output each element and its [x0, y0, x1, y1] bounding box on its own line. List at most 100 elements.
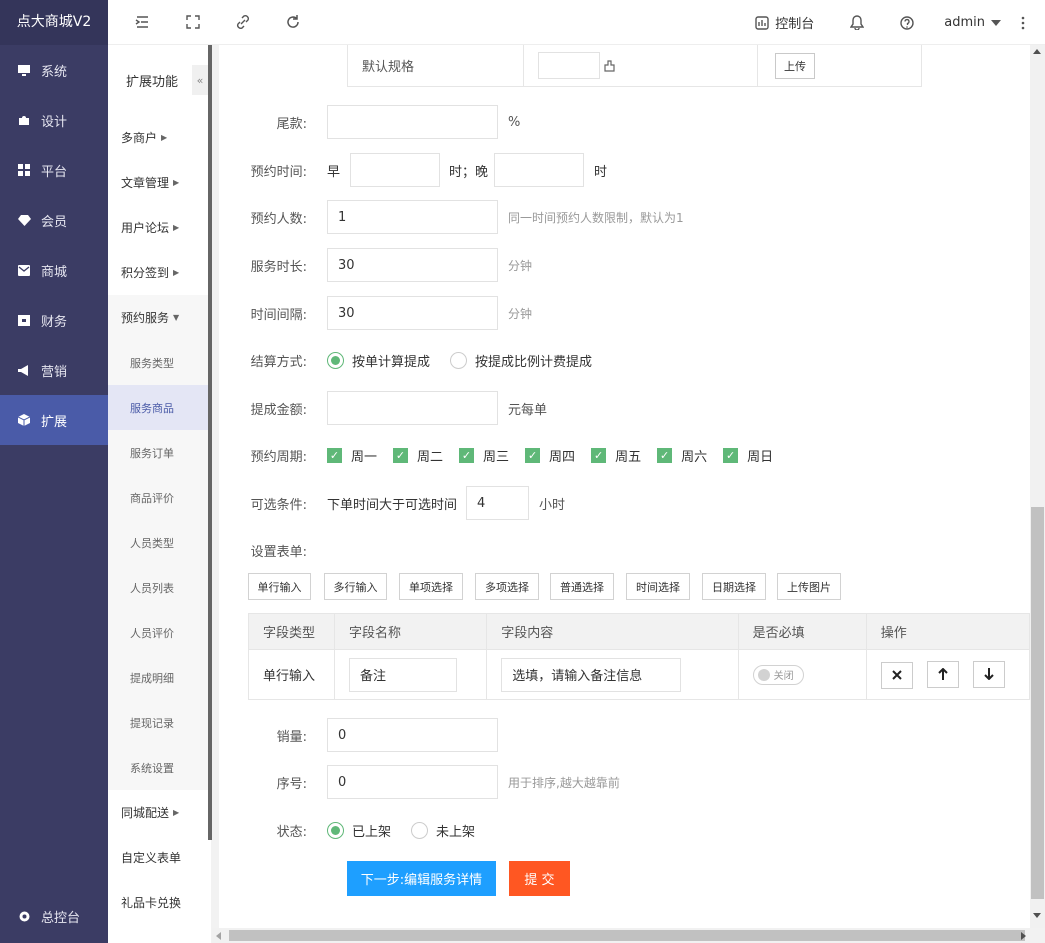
- console-link[interactable]: 控制台: [755, 13, 814, 32]
- nav-item-extend[interactable]: 扩展: [0, 395, 108, 445]
- day-checkbox-thu[interactable]: ✓ 周四: [525, 446, 575, 465]
- move-down-button[interactable]: [972, 660, 1005, 688]
- scroll-up-arrow-icon[interactable]: [1033, 49, 1041, 54]
- submit-button[interactable]: 提 交: [509, 861, 570, 896]
- day-checkbox-mon[interactable]: ✓ 周一: [327, 446, 377, 465]
- bell-icon[interactable]: [850, 15, 865, 30]
- sub-child-settings[interactable]: 系统设置: [108, 745, 211, 790]
- balance-input[interactable]: [327, 105, 498, 139]
- sub-item-booking[interactable]: 预约服务 ▼: [108, 295, 211, 340]
- upload-button[interactable]: 上传: [775, 52, 815, 79]
- day-checkbox-sun[interactable]: ✓ 周日: [723, 446, 773, 465]
- settle-radio-ratio[interactable]: 按提成比例计费提成: [450, 351, 592, 370]
- settle-radio-order[interactable]: 按单计算提成: [327, 351, 430, 370]
- sub-child-service-orders[interactable]: 服务订单: [108, 430, 211, 475]
- user-menu[interactable]: admin: [944, 15, 1001, 30]
- help-icon[interactable]: [900, 15, 914, 30]
- field-btn-multi-line[interactable]: 多行输入: [324, 573, 387, 600]
- status-radio-on[interactable]: 已上架: [327, 821, 391, 840]
- sub-child-commission[interactable]: 提成明细: [108, 655, 211, 700]
- sub-child-staff-type[interactable]: 人员类型: [108, 520, 211, 565]
- delete-row-button[interactable]: [880, 661, 913, 689]
- scroll-thumb[interactable]: [229, 930, 1025, 941]
- required-switch[interactable]: 关闭: [752, 664, 804, 685]
- nav-item-marketing[interactable]: 营销: [0, 345, 108, 395]
- field-actions-cell: [865, 649, 1030, 700]
- condition-input[interactable]: 4: [466, 486, 530, 520]
- horizontal-scrollbar[interactable]: [212, 928, 1030, 943]
- sales-input[interactable]: 0: [327, 718, 498, 752]
- next-step-button[interactable]: 下一步:编辑服务详情: [347, 861, 496, 896]
- nav-item-finance[interactable]: 财务: [0, 295, 108, 345]
- field-content-cell: 选填，请输入备注信息: [486, 649, 739, 700]
- form-panel: 默认规格 上传 尾款: % 预约时间: 早 时；晚 时 预约人数: 1 同一时间…: [219, 45, 1030, 928]
- nav-item-system[interactable]: 系统: [0, 45, 108, 95]
- sub-item-articles[interactable]: 文章管理 ▶: [108, 160, 211, 205]
- field-btn-select[interactable]: 普通选择: [550, 573, 614, 600]
- fullscreen-icon[interactable]: [185, 14, 201, 30]
- sub-item-label: 预约服务: [121, 311, 170, 325]
- gear-icon: [17, 909, 31, 923]
- nav-item-design[interactable]: 设计: [0, 95, 108, 145]
- commission-input[interactable]: [327, 391, 498, 425]
- more-icon[interactable]: [1021, 16, 1025, 30]
- sub-child-service-type[interactable]: 服务类型: [108, 340, 211, 385]
- day-checkbox-tue[interactable]: ✓ 周二: [393, 446, 443, 465]
- sub-item-delivery[interactable]: 同城配送 ▶: [108, 790, 211, 835]
- scroll-thumb[interactable]: [1031, 507, 1044, 899]
- people-row: 预约人数: 1 同一时间预约人数限制，默认为1: [219, 200, 684, 234]
- day-checkbox-wed[interactable]: ✓ 周三: [459, 446, 509, 465]
- people-input[interactable]: 1: [327, 200, 498, 234]
- field-type-cell: 单行输入: [247, 649, 336, 700]
- time-early-input[interactable]: [350, 153, 441, 187]
- scroll-right-arrow-icon[interactable]: [1021, 932, 1026, 940]
- sub-child-withdraw[interactable]: 提现记录: [108, 700, 211, 745]
- time-late-input[interactable]: [494, 153, 585, 187]
- sub-child-staff-list[interactable]: 人员列表: [108, 565, 211, 610]
- collapse-button[interactable]: «: [192, 65, 208, 95]
- refresh-icon[interactable]: [285, 14, 301, 30]
- scroll-down-arrow-icon[interactable]: [1033, 913, 1041, 918]
- scroll-left-arrow-icon[interactable]: [216, 932, 221, 940]
- sub-item-multi-merchant[interactable]: 多商户 ▶: [108, 115, 211, 160]
- order-input[interactable]: 0: [327, 765, 498, 799]
- nav-label: 系统: [41, 64, 68, 80]
- interval-input[interactable]: 30: [327, 296, 498, 330]
- nav-item-console[interactable]: 总控台: [0, 891, 108, 941]
- status-radio-off[interactable]: 未上架: [411, 821, 475, 840]
- field-btn-image[interactable]: 上传图片: [777, 573, 841, 600]
- field-content-input[interactable]: 选填，请输入备注信息: [501, 657, 682, 692]
- vertical-scrollbar[interactable]: [1030, 45, 1045, 928]
- link-icon[interactable]: [235, 14, 251, 30]
- sub-item-gift-card[interactable]: 礼品卡兑换: [108, 880, 211, 925]
- close-icon: [891, 670, 902, 680]
- nav-item-platform[interactable]: 平台: [0, 145, 108, 195]
- field-name-input[interactable]: 备注: [349, 657, 458, 692]
- sub-item-custom-form[interactable]: 自定义表单: [108, 835, 211, 880]
- grid-icon: [17, 163, 31, 177]
- sub-child-goods-review[interactable]: 商品评价: [108, 475, 211, 520]
- sub-child-staff-review[interactable]: 人员评价: [108, 610, 211, 655]
- duration-input[interactable]: 30: [327, 248, 498, 282]
- menu-fold-icon[interactable]: [134, 14, 150, 30]
- day-checkbox-sat[interactable]: ✓ 周六: [657, 446, 707, 465]
- sub-item-forum[interactable]: 用户论坛 ▶: [108, 205, 211, 250]
- move-up-button[interactable]: [926, 660, 959, 688]
- field-btn-time[interactable]: 时间选择: [626, 573, 690, 600]
- radio-label: 未上架: [436, 824, 476, 840]
- nav-item-mall[interactable]: 商城: [0, 245, 108, 295]
- sub-item-label: 积分签到: [121, 266, 170, 280]
- sub-child-service-goods[interactable]: 服务商品: [108, 385, 211, 430]
- field-btn-date[interactable]: 日期选择: [702, 573, 766, 600]
- formset-row: 设置表单:: [219, 533, 327, 567]
- spec-image-box[interactable]: [538, 52, 600, 79]
- field-btn-single-choice[interactable]: 单项选择: [399, 573, 463, 600]
- field-btn-multi-choice[interactable]: 多项选择: [475, 573, 539, 600]
- day-checkbox-fri[interactable]: ✓ 周五: [591, 446, 641, 465]
- sub-nav-scrollbar[interactable]: [208, 45, 212, 840]
- day-label: 周四: [549, 449, 576, 465]
- nav-item-member[interactable]: 会员: [0, 195, 108, 245]
- caret-right-icon: ▶: [161, 133, 168, 142]
- sub-item-checkin[interactable]: 积分签到 ▶: [108, 250, 211, 295]
- field-btn-single-line[interactable]: 单行输入: [248, 573, 311, 600]
